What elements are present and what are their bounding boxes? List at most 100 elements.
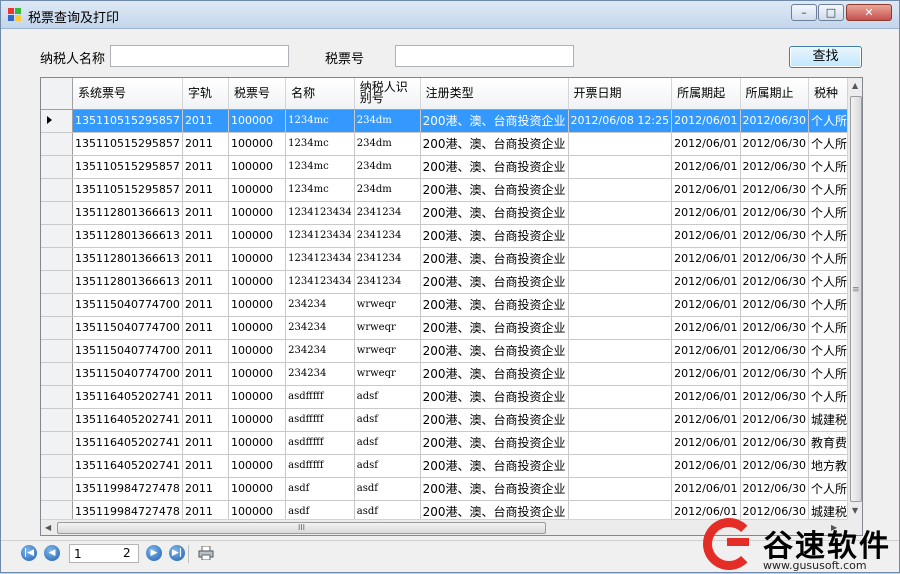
column-header[interactable]: 名称	[285, 78, 355, 110]
table-cell[interactable]: 2011	[182, 247, 230, 271]
table-cell[interactable]: 2011	[182, 270, 230, 294]
table-cell[interactable]	[568, 178, 673, 202]
table-cell[interactable]: 2011	[182, 408, 230, 432]
table-row[interactable]: 135116405202741 2011 100000 asdfffff adsf 200…	[41, 408, 862, 432]
table-cell[interactable]: wrweqr	[354, 339, 421, 363]
row-header[interactable]	[41, 362, 73, 386]
table-cell[interactable]: 2011	[182, 224, 230, 248]
table-cell[interactable]: 135116405202741	[72, 385, 183, 409]
table-cell[interactable]	[568, 431, 673, 455]
table-cell[interactable]: wrweqr	[354, 293, 421, 317]
table-cell[interactable]: 200港、澳、台商投资企业	[420, 247, 569, 271]
table-cell[interactable]: 2341234	[354, 270, 421, 294]
table-cell[interactable]	[568, 201, 673, 225]
table-cell[interactable]: 2341234	[354, 201, 421, 225]
table-cell[interactable]: 2011	[182, 431, 230, 455]
table-cell[interactable]: 100000	[228, 362, 287, 386]
table-cell[interactable]: 2011	[182, 178, 230, 202]
taxpayer-name-input[interactable]	[110, 45, 289, 67]
table-row[interactable]: 135115040774700 2011 100000 234234 wrweqr 200…	[41, 293, 862, 317]
table-cell[interactable]: 2012/06/01	[671, 362, 741, 386]
table-cell[interactable]: 100000	[228, 109, 287, 133]
table-cell[interactable]: 100000	[228, 385, 287, 409]
table-cell[interactable]: 135115040774700	[72, 293, 183, 317]
row-header[interactable]	[41, 477, 73, 501]
table-cell[interactable]: 2012/06/01	[671, 247, 741, 271]
table-cell[interactable]: 2012/06/30	[740, 431, 809, 455]
print-icon[interactable]	[198, 546, 214, 560]
table-cell[interactable]: 1234mc	[285, 109, 355, 133]
table-cell[interactable]: wrweqr	[354, 316, 421, 340]
table-cell[interactable]: 200港、澳、台商投资企业	[420, 454, 569, 478]
table-cell[interactable]: 200港、澳、台商投资企业	[420, 431, 569, 455]
table-cell[interactable]: 100000	[228, 247, 287, 271]
scroll-down-icon[interactable]: ▼	[852, 506, 858, 515]
table-cell[interactable]: 234dm	[354, 132, 421, 156]
table-cell[interactable]: 135115040774700	[72, 362, 183, 386]
column-header[interactable]: 注册类型	[420, 78, 569, 110]
table-cell[interactable]: 2012/06/30	[740, 201, 809, 225]
table-cell[interactable]: 135112801366613	[72, 270, 183, 294]
table-row[interactable]: 135112801366613 2011 100000 1234123434 23412…	[41, 270, 862, 294]
table-cell[interactable]: 200港、澳、台商投资企业	[420, 224, 569, 248]
table-cell[interactable]: 1234mc	[285, 155, 355, 179]
tax-ticket-grid[interactable]: 系统票号 字轨 税票号 名称 纳税人识别号 注册类型 开票日期 所属期起 所属期止 税种 1351…	[40, 77, 863, 536]
table-cell[interactable]: 100000	[228, 408, 287, 432]
table-cell[interactable]: 2012/06/01	[671, 109, 741, 133]
table-row[interactable]: 135115040774700 2011 100000 234234 wrweqr 200…	[41, 339, 862, 363]
table-cell[interactable]: 100000	[228, 155, 287, 179]
table-cell[interactable]: adsf	[354, 431, 421, 455]
table-cell[interactable]: 234234	[285, 339, 355, 363]
table-cell[interactable]: 2012/06/01	[671, 155, 741, 179]
table-cell[interactable]: 2011	[182, 316, 230, 340]
table-cell[interactable]	[568, 339, 673, 363]
table-cell[interactable]	[568, 132, 673, 156]
vertical-scroll-thumb[interactable]: ≡	[850, 96, 862, 502]
table-cell[interactable]: 2012/06/01	[671, 316, 741, 340]
table-cell[interactable]: 2012/06/30	[740, 224, 809, 248]
table-cell[interactable]: 100000	[228, 178, 287, 202]
table-cell[interactable]: 2011	[182, 339, 230, 363]
table-cell[interactable]: 2341234	[354, 224, 421, 248]
table-cell[interactable]: 135115040774700	[72, 316, 183, 340]
table-row[interactable]: 135110515295857 2011 100000 1234mc 234dm 200港…	[41, 178, 862, 202]
row-header[interactable]	[41, 408, 73, 432]
row-header[interactable]	[41, 293, 73, 317]
table-cell[interactable]: 200港、澳、台商投资企业	[420, 339, 569, 363]
table-cell[interactable]: 100000	[228, 477, 287, 501]
table-cell[interactable]	[568, 454, 673, 478]
table-row[interactable]: 135110515295857 2011 100000 1234mc 234dm 200港…	[41, 132, 862, 156]
table-cell[interactable]: 1234123434	[285, 270, 355, 294]
table-cell[interactable]	[568, 362, 673, 386]
table-cell[interactable]: 200港、澳、台商投资企业	[420, 201, 569, 225]
close-button[interactable]: ✕	[846, 4, 892, 21]
table-cell[interactable]: 200港、澳、台商投资企业	[420, 132, 569, 156]
table-cell[interactable]: 200港、澳、台商投资企业	[420, 316, 569, 340]
table-cell[interactable]: 2012/06/30	[740, 316, 809, 340]
table-cell[interactable]: 234dm	[354, 155, 421, 179]
row-header[interactable]	[41, 178, 73, 202]
row-header[interactable]	[41, 201, 73, 225]
table-row[interactable]: 135116405202741 2011 100000 asdfffff adsf 200…	[41, 431, 862, 455]
table-cell[interactable]: 135116405202741	[72, 454, 183, 478]
table-cell[interactable]: 100000	[228, 132, 287, 156]
table-cell[interactable]: 234dm	[354, 109, 421, 133]
table-cell[interactable]: asdfffff	[285, 408, 355, 432]
table-row[interactable]: 135115040774700 2011 100000 234234 wrweqr 200…	[41, 316, 862, 340]
table-cell[interactable]: 2012/06/01	[671, 431, 741, 455]
table-cell[interactable]: 2012/06/30	[740, 155, 809, 179]
table-cell[interactable]: 135116405202741	[72, 408, 183, 432]
horizontal-scroll-thumb[interactable]: III	[57, 522, 546, 534]
table-cell[interactable]: 135110515295857	[72, 132, 183, 156]
table-cell[interactable]: 100000	[228, 454, 287, 478]
row-header[interactable]	[41, 224, 73, 248]
table-cell[interactable]: 234dm	[354, 178, 421, 202]
table-cell[interactable]: 2011	[182, 362, 230, 386]
table-row[interactable]: 135112801366613 2011 100000 1234123434 23412…	[41, 224, 862, 248]
table-cell[interactable]: 135116405202741	[72, 431, 183, 455]
table-cell[interactable]: 135119984727478	[72, 477, 183, 501]
table-cell[interactable]: asdf	[285, 477, 355, 501]
table-cell[interactable]: asdfffff	[285, 454, 355, 478]
table-cell[interactable]: 100000	[228, 201, 287, 225]
table-cell[interactable]: 100000	[228, 224, 287, 248]
